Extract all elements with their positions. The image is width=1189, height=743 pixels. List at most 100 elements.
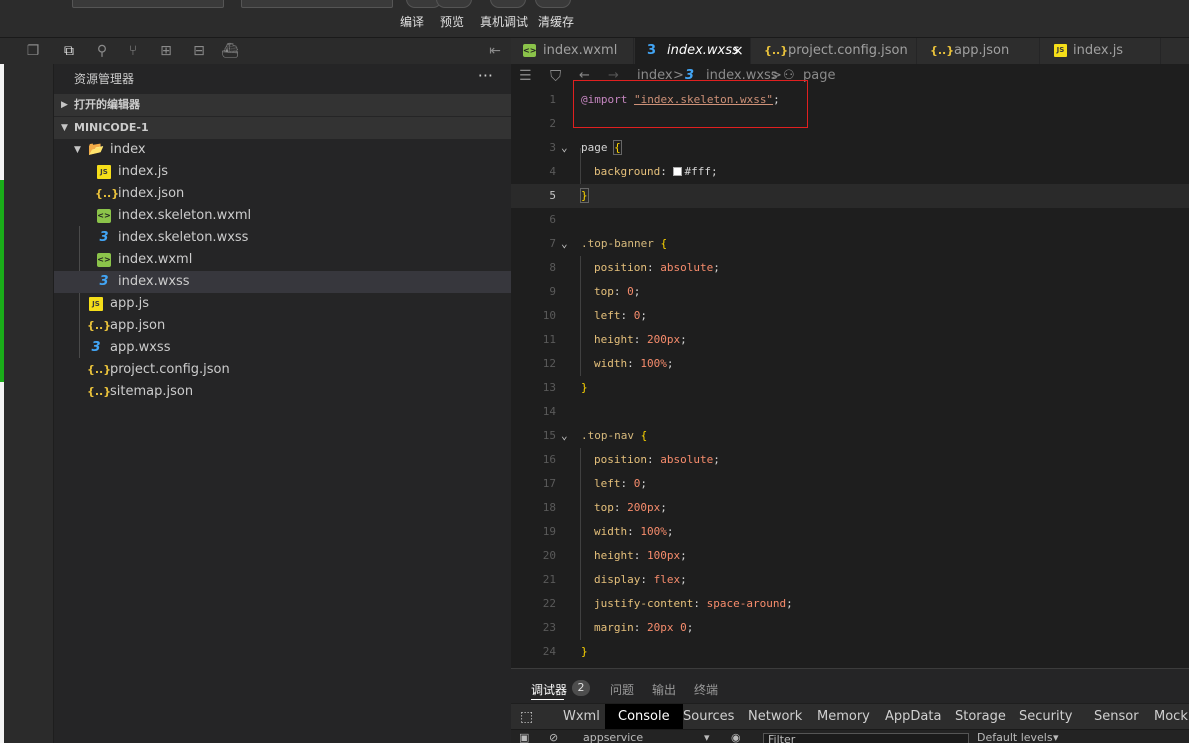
chevron-down-icon: ▼ xyxy=(74,145,81,155)
devtools-tab-security[interactable]: Security xyxy=(1019,704,1072,730)
clear-console-icon[interactable]: ⊘ xyxy=(549,731,558,743)
active-tab-indicator xyxy=(531,699,564,700)
tree-item-file[interactable]: <> index.wxml xyxy=(54,249,511,271)
wxml-file-icon: <> xyxy=(523,44,537,57)
simulator-gutter xyxy=(4,38,54,743)
js-file-icon: JS xyxy=(97,165,111,179)
window-icon[interactable]: ❐ xyxy=(24,42,42,60)
tree-item-label: sitemap.json xyxy=(110,384,194,399)
tree-item-file[interactable]: {..} sitemap.json xyxy=(54,381,511,403)
tree-item-file[interactable]: JS index.js xyxy=(54,161,511,183)
highlight-annotation-box xyxy=(573,80,808,128)
open-editors-section[interactable]: ▶ 打开的编辑器 xyxy=(54,94,511,116)
tab-project-config-json[interactable]: {..} project.config.json xyxy=(752,38,917,64)
code-line: 6 xyxy=(549,213,556,226)
devtools-tab-memory[interactable]: Memory xyxy=(817,704,870,730)
json-file-icon: {..} xyxy=(87,319,112,332)
chevron-down-icon[interactable]: ⌄ xyxy=(561,424,568,448)
json-file-icon: {..} xyxy=(87,385,112,398)
devtools-tab-appdata[interactable]: AppData xyxy=(885,704,941,730)
tree-item-label: index.wxml xyxy=(118,252,193,267)
code-line: 10 left: 0; xyxy=(542,309,647,322)
filter-input[interactable]: Filter xyxy=(763,733,969,743)
outline-icon[interactable]: ☰ xyxy=(519,64,532,88)
code-line: 21 display: flex; xyxy=(542,573,687,586)
tab-output[interactable]: 输出 xyxy=(652,681,676,698)
more-actions-icon[interactable]: ··· xyxy=(478,66,493,85)
tree-item-file[interactable]: {..} app.json xyxy=(54,315,511,337)
folder-open-icon: 📂 xyxy=(88,142,105,157)
devtools-tab-mock[interactable]: Mock xyxy=(1154,704,1188,730)
code-line: 22 justify-content: space-around; xyxy=(542,597,793,610)
devtools-tab-wxml[interactable]: Wxml xyxy=(563,704,600,730)
code-line: 9 top: 0; xyxy=(549,285,641,298)
json-file-icon: {..} xyxy=(87,363,112,376)
tab-debugger[interactable]: 调试器 xyxy=(531,681,567,698)
files-icon[interactable]: ⧉ xyxy=(60,42,78,60)
tree-item-file[interactable]: {..} project.config.json xyxy=(54,359,511,381)
code-line: 7 ⌄ .top-banner { xyxy=(511,232,1189,256)
close-icon[interactable]: × xyxy=(732,38,744,64)
activity-bar: ❐ ⧉ ⚲ ⑂ ⊞ ⊟ ⛴ ⇤ xyxy=(0,38,511,64)
chevron-right-icon: ▶ xyxy=(61,100,68,110)
devtools-tab-network[interactable]: Network xyxy=(748,704,802,730)
tree-item-file-selected[interactable]: 3 index.wxss xyxy=(54,271,511,293)
wxml-file-icon: <> xyxy=(97,209,111,223)
inspect-element-icon[interactable]: ⬚ xyxy=(520,704,533,730)
tab-index-js[interactable]: JS index.js xyxy=(1041,38,1161,64)
device-debug-button-icon[interactable] xyxy=(490,0,526,8)
search-icon[interactable]: ⚲ xyxy=(93,42,111,60)
tab-problems[interactable]: 问题 xyxy=(610,681,634,698)
sidebar-toggle-icon[interactable]: ▣ xyxy=(519,731,529,743)
clear-cache-button[interactable]: 清缓存 xyxy=(538,13,574,30)
tree-item-file[interactable]: 3 index.skeleton.wxss xyxy=(54,227,511,249)
tab-app-json[interactable]: {..} app.json xyxy=(918,38,1040,64)
json-file-icon: {..} xyxy=(95,187,120,200)
code-line: 4 background: #fff; xyxy=(549,165,718,178)
code-editor[interactable]: 1 @import "index.skeleton.wxss"; 2 3 ⌄ p… xyxy=(511,88,1189,668)
code-line: 18 top: 200px; xyxy=(542,501,667,514)
open-editors-label: 打开的编辑器 xyxy=(74,98,140,111)
eye-icon[interactable]: ◉ xyxy=(731,731,741,743)
editor-tabs: <> index.wxml 3 index.wxss × {..} projec… xyxy=(511,38,1189,64)
storage-icon[interactable]: ⊟ xyxy=(190,42,208,60)
devtools-tab-sources[interactable]: Sources xyxy=(683,704,734,730)
chevron-down-icon[interactable]: ⌄ xyxy=(561,136,568,160)
git-branch-icon[interactable]: ⑂ xyxy=(124,42,142,60)
code-line: 24 } xyxy=(542,645,588,658)
clear-cache-button-icon[interactable] xyxy=(535,0,571,8)
project-section[interactable]: ▼ MINICODE-1 xyxy=(54,117,511,139)
extensions-icon[interactable]: ⊞ xyxy=(157,42,175,60)
bookmark-icon[interactable]: ⛉ xyxy=(550,64,561,88)
filter-placeholder: Filter xyxy=(768,733,796,743)
json-file-icon: {..} xyxy=(930,44,955,57)
tree-item-file[interactable]: 3 app.wxss xyxy=(54,337,511,359)
preview-button[interactable]: 预览 xyxy=(440,13,464,30)
context-select[interactable]: appservice xyxy=(583,731,643,743)
tree-item-file[interactable]: {..} index.json xyxy=(54,183,511,205)
js-file-icon: JS xyxy=(89,297,103,311)
project-label: MINICODE-1 xyxy=(74,121,149,134)
mode-select[interactable] xyxy=(72,0,224,8)
docker-icon[interactable]: ⛴ xyxy=(221,42,239,60)
tab-index-wxss[interactable]: 3 index.wxss × xyxy=(635,38,751,64)
devtools-tab-sensor[interactable]: Sensor xyxy=(1094,704,1139,730)
chevron-down-icon[interactable]: ⌄ xyxy=(561,232,568,256)
code-line: 14 xyxy=(542,405,556,418)
devtools-tab-storage[interactable]: Storage xyxy=(955,704,1006,730)
compile-mode-select[interactable] xyxy=(241,0,393,8)
devtools-tab-console[interactable]: Console xyxy=(605,704,683,730)
color-swatch[interactable] xyxy=(673,167,683,176)
tree-item-index-folder[interactable]: ▼ 📂 index xyxy=(54,139,511,161)
tab-terminal[interactable]: 终端 xyxy=(694,681,718,698)
device-debug-button[interactable]: 真机调试 xyxy=(480,13,528,30)
tab-label: index.wxss xyxy=(667,43,739,58)
compile-button[interactable]: 编译 xyxy=(400,13,424,30)
preview-button-icon[interactable] xyxy=(436,0,472,8)
tree-item-label: index.json xyxy=(118,186,185,201)
tab-index-wxml[interactable]: <> index.wxml xyxy=(511,38,634,64)
tree-item-file[interactable]: <> index.skeleton.wxml xyxy=(54,205,511,227)
collapse-panel-icon[interactable]: ⇤ xyxy=(486,42,504,60)
tree-item-file[interactable]: JS app.js xyxy=(54,293,511,315)
log-levels-select[interactable]: Default levels xyxy=(977,731,1053,743)
